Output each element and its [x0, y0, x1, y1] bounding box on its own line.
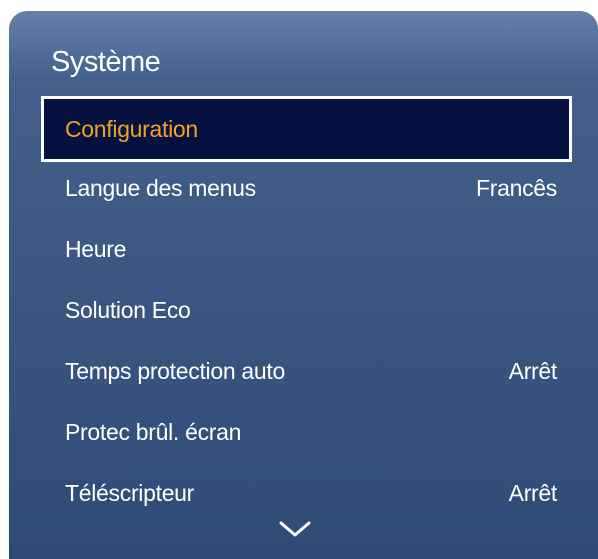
menu-item-label: Langue des menus: [65, 175, 256, 201]
menu-item-value: Francês: [476, 175, 557, 201]
menu-item-screen-burn-protection[interactable]: Protec brûl. écran: [41, 402, 572, 463]
menu-item-value: Arrêt: [508, 358, 558, 384]
menu-item-value: Arrêt: [508, 480, 558, 506]
menu-item-label: Solution Eco: [65, 297, 191, 323]
menu-item-auto-protection-time[interactable]: Temps protection auto Arrêt: [41, 341, 572, 402]
menu-item-label: Temps protection auto: [65, 358, 285, 384]
menu-item-label: Heure: [65, 236, 127, 262]
menu-item-ticker[interactable]: Téléscripteur Arrêt: [41, 463, 572, 524]
panel-title: Système: [51, 46, 161, 78]
menu-item-time[interactable]: Heure: [41, 219, 572, 280]
menu-item-eco-solution[interactable]: Solution Eco: [41, 280, 572, 341]
system-menu-panel: Système Configuration Langue des menus F…: [9, 11, 598, 559]
menu-item-menu-language[interactable]: Langue des menus Francês: [41, 158, 572, 219]
menu-item-configuration[interactable]: Configuration: [41, 96, 572, 162]
chevron-down-icon[interactable]: [277, 519, 313, 539]
menu-item-label: Configuration: [65, 115, 198, 142]
menu-list: Configuration Langue des menus Francês H…: [41, 96, 572, 524]
menu-item-label: Téléscripteur: [65, 480, 195, 506]
menu-item-label: Protec brûl. écran: [65, 419, 242, 445]
